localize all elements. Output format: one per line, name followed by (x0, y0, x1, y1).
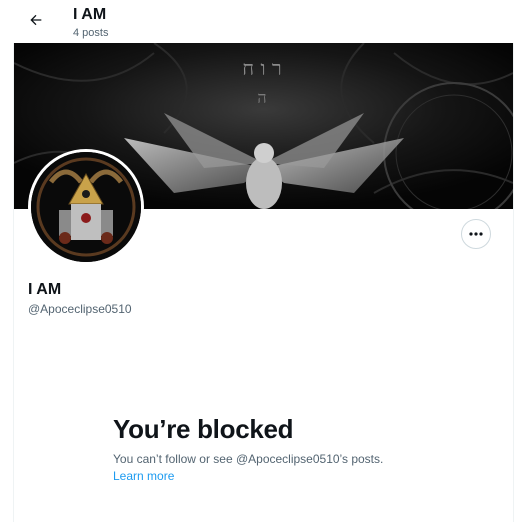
post-count: 4 posts (73, 27, 109, 39)
arrow-left-icon (30, 14, 42, 26)
header-title: I AM (73, 6, 107, 23)
back-button[interactable] (22, 6, 50, 34)
avatar-image (31, 152, 141, 262)
svg-text:ה: ה (257, 88, 266, 107)
blocked-description: You can’t follow or see @Apoceclipse0510… (113, 452, 384, 466)
more-options-button[interactable] (461, 219, 491, 249)
blocked-title: You’re blocked (113, 414, 294, 444)
learn-more-link[interactable]: Learn more (113, 469, 174, 484)
profile-display-name: I AM (28, 281, 62, 298)
banner-glyphs: ר ו ח (242, 56, 282, 80)
profile-handle: @Apoceclipse0510 (28, 302, 132, 316)
profile-avatar[interactable] (28, 149, 144, 265)
profile-header-bar: I AM 4 posts (0, 0, 527, 43)
more-horizontal-icon (469, 232, 483, 236)
